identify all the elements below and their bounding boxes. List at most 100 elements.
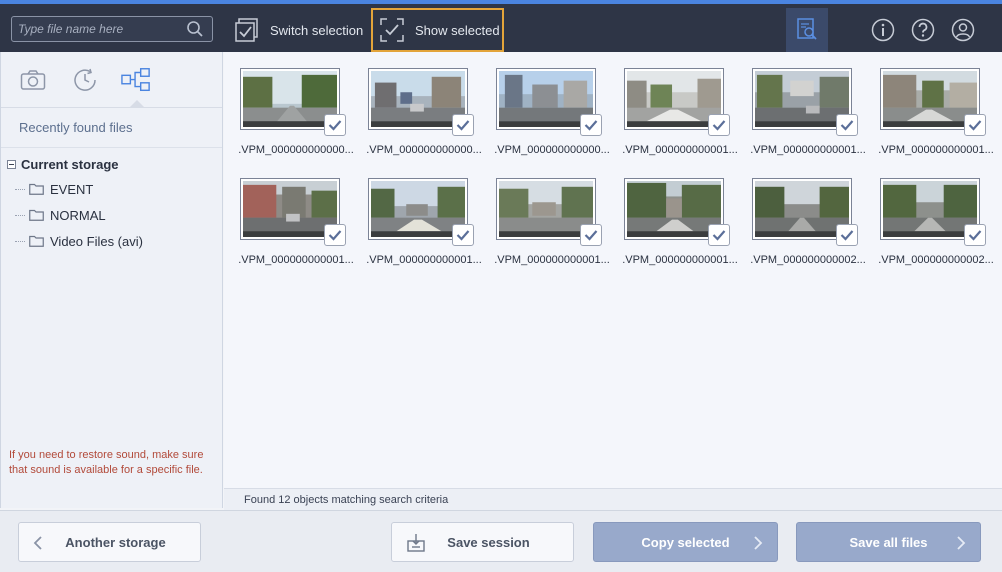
search-box bbox=[11, 16, 213, 42]
save-all-files-label: Save all files bbox=[849, 534, 928, 550]
file-checkbox[interactable] bbox=[452, 114, 474, 136]
file-checkbox[interactable] bbox=[324, 114, 346, 136]
checkmark-icon bbox=[584, 230, 598, 241]
checkmark-icon bbox=[584, 120, 598, 131]
video-preview-image bbox=[627, 71, 721, 127]
active-tab-pointer bbox=[129, 100, 145, 108]
chevron-left-icon bbox=[33, 535, 43, 554]
clock-history-icon[interactable] bbox=[70, 66, 100, 94]
file-thumbnail[interactable]: .VPM_000000000001... bbox=[744, 52, 872, 156]
file-thumbnail[interactable]: .VPM_000000000002... bbox=[744, 162, 872, 266]
file-checkbox[interactable] bbox=[964, 114, 986, 136]
user-account-icon[interactable] bbox=[951, 18, 975, 42]
video-preview-image bbox=[627, 181, 721, 237]
collapse-toggle-icon[interactable] bbox=[7, 159, 16, 169]
show-selected-button[interactable]: Show selected bbox=[371, 8, 504, 52]
checkmark-icon bbox=[840, 230, 854, 241]
file-thumbnail[interactable]: .VPM_000000000000... bbox=[232, 52, 360, 156]
video-preview-image bbox=[371, 181, 465, 237]
copy-selected-button[interactable]: Copy selected bbox=[593, 522, 778, 562]
video-preview-image bbox=[243, 71, 337, 127]
checkmark-icon bbox=[712, 230, 726, 241]
video-preview-image bbox=[883, 71, 977, 127]
search-results-view-button[interactable] bbox=[786, 8, 828, 52]
tree-root-label: Current storage bbox=[21, 156, 119, 172]
file-checkbox[interactable] bbox=[708, 114, 730, 136]
file-thumbnail[interactable]: .VPM_000000000000... bbox=[360, 52, 488, 156]
tree-connector bbox=[15, 188, 25, 190]
camera-icon[interactable] bbox=[18, 66, 48, 94]
show-selected-icon bbox=[379, 17, 405, 43]
save-session-icon bbox=[406, 533, 426, 556]
file-name: .VPM_000000000000... bbox=[366, 144, 482, 156]
search-input[interactable] bbox=[12, 17, 182, 41]
tree-connector bbox=[15, 214, 25, 216]
sound-restore-hint: If you need to restore sound, make sure … bbox=[9, 449, 204, 476]
save-all-files-button[interactable]: Save all files bbox=[796, 522, 981, 562]
tree-item-normal[interactable]: NORMAL bbox=[1, 202, 222, 228]
file-thumbnail[interactable]: .VPM_000000000001... bbox=[616, 162, 744, 266]
video-preview-image bbox=[499, 181, 593, 237]
tree-structure-icon[interactable] bbox=[121, 66, 151, 94]
file-name: .VPM_000000000002... bbox=[878, 254, 994, 266]
file-name: .VPM_000000000001... bbox=[238, 254, 354, 266]
file-name: .VPM_000000000000... bbox=[238, 144, 354, 156]
another-storage-button[interactable]: Another storage bbox=[18, 522, 201, 562]
chevron-right-icon bbox=[753, 535, 763, 554]
file-thumbnail[interactable]: .VPM_000000000001... bbox=[488, 162, 616, 266]
switch-selection-button[interactable]: Switch selection bbox=[234, 8, 363, 52]
file-checkbox[interactable] bbox=[580, 114, 602, 136]
file-thumbnail[interactable]: .VPM_000000000001... bbox=[232, 162, 360, 266]
folder-icon bbox=[29, 235, 44, 247]
file-checkbox[interactable] bbox=[324, 224, 346, 246]
view-tabs bbox=[1, 52, 222, 108]
file-thumbnail[interactable]: .VPM_000000000001... bbox=[616, 52, 744, 156]
file-checkbox[interactable] bbox=[964, 224, 986, 246]
file-thumbnail-grid: .VPM_000000000000... .VPM_000000000000..… bbox=[224, 52, 1002, 488]
tree-item-video-files[interactable]: Video Files (avi) bbox=[1, 228, 222, 254]
another-storage-label: Another storage bbox=[65, 534, 166, 550]
file-thumbnail[interactable]: .VPM_000000000001... bbox=[872, 52, 1000, 156]
video-preview-image bbox=[371, 71, 465, 127]
document-search-icon bbox=[795, 17, 819, 44]
help-icon[interactable] bbox=[911, 18, 935, 42]
checkmark-icon bbox=[328, 230, 342, 241]
video-preview-image bbox=[755, 181, 849, 237]
checkmark-icon bbox=[712, 120, 726, 131]
save-session-label: Save session bbox=[447, 534, 530, 550]
file-name: .VPM_000000000001... bbox=[750, 144, 866, 156]
file-name: .VPM_000000000001... bbox=[622, 254, 738, 266]
tree-item-event[interactable]: EVENT bbox=[1, 176, 222, 202]
file-name: .VPM_000000000001... bbox=[366, 254, 482, 266]
tree-item-label: EVENT bbox=[50, 181, 94, 197]
checkmark-icon bbox=[456, 120, 470, 131]
info-icon[interactable] bbox=[871, 18, 895, 42]
left-panel: Recently found files Current storage EVE… bbox=[0, 52, 223, 508]
file-name: .VPM_000000000001... bbox=[622, 144, 738, 156]
checkmark-icon bbox=[968, 230, 982, 241]
tree-item-label: Video Files (avi) bbox=[50, 233, 143, 249]
bottom-action-bar: Another storage Save session Copy select… bbox=[0, 510, 1002, 572]
video-preview-image bbox=[755, 71, 849, 127]
file-checkbox[interactable] bbox=[836, 224, 858, 246]
search-icon[interactable] bbox=[186, 20, 204, 41]
checkmark-icon bbox=[328, 120, 342, 131]
top-toolbar: Switch selection Show selected bbox=[0, 0, 1002, 52]
tree-item-label: NORMAL bbox=[50, 207, 106, 223]
tree-connector bbox=[15, 240, 25, 242]
file-checkbox[interactable] bbox=[708, 224, 730, 246]
file-checkbox[interactable] bbox=[836, 114, 858, 136]
file-thumbnail[interactable]: .VPM_000000000002... bbox=[872, 162, 1000, 266]
file-checkbox[interactable] bbox=[452, 224, 474, 246]
recently-found-files[interactable]: Recently found files bbox=[1, 108, 222, 148]
file-name: .VPM_000000000001... bbox=[878, 144, 994, 156]
video-preview-image bbox=[499, 71, 593, 127]
file-name: .VPM_000000000001... bbox=[494, 254, 610, 266]
file-thumbnail[interactable]: .VPM_000000000001... bbox=[360, 162, 488, 266]
file-checkbox[interactable] bbox=[580, 224, 602, 246]
tree-root-current-storage[interactable]: Current storage bbox=[1, 152, 222, 176]
save-session-button[interactable]: Save session bbox=[391, 522, 574, 562]
switch-selection-icon bbox=[234, 17, 260, 43]
file-thumbnail[interactable]: .VPM_000000000000... bbox=[488, 52, 616, 156]
video-preview-image bbox=[883, 181, 977, 237]
